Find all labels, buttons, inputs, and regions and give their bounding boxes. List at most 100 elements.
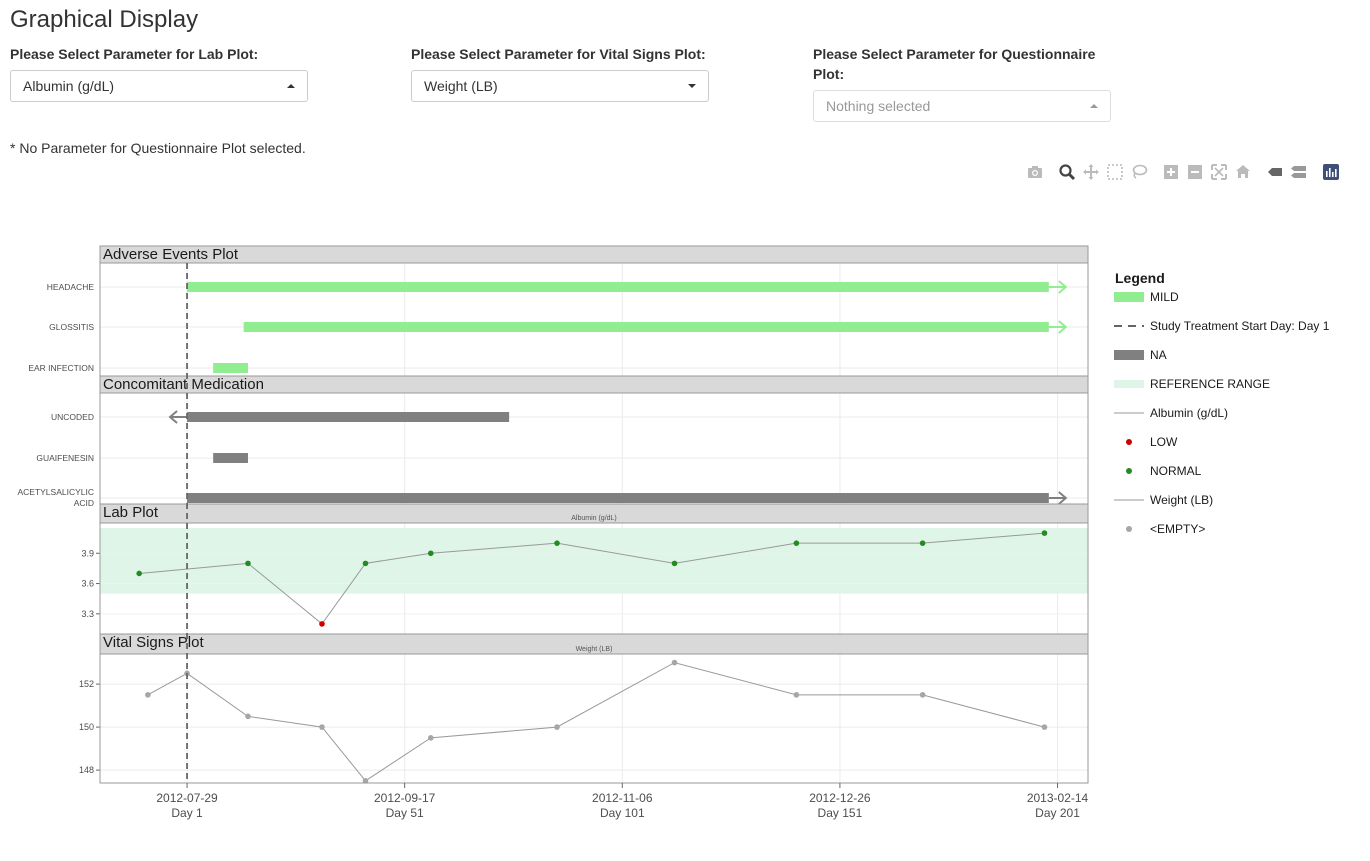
legend-label: NA: [1150, 348, 1167, 362]
legend-title: Legend: [1115, 270, 1165, 286]
questionnaire-parameter-placeholder: Nothing selected: [826, 98, 931, 114]
panel-subtitle: Weight (LB): [576, 646, 613, 653]
lab-parameter-select[interactable]: Albumin (g/dL): [10, 70, 308, 102]
x-tick-day-label: Day 101: [600, 806, 645, 820]
box-select-icon[interactable]: [1106, 163, 1124, 181]
lasso-select-icon[interactable]: [1130, 163, 1148, 181]
panel-background: [100, 523, 1088, 634]
panel-background: [100, 654, 1088, 783]
lab-parameter-field: Please Select Parameter for Lab Plot:: [10, 44, 258, 64]
data-point: [1041, 530, 1048, 536]
panel-header: [99, 375, 1089, 394]
panel-border: [99, 522, 1089, 635]
y-tick-label: ACID: [74, 498, 94, 508]
caret-down-icon: [688, 84, 696, 88]
data-point: [362, 778, 369, 784]
legend-key-dot: [1126, 468, 1132, 474]
vital-parameter-value: Weight (LB): [424, 78, 498, 94]
questionnaire-parameter-field: Please Select Parameter for Questionnair…: [813, 44, 1095, 84]
y-tick-label: 150: [79, 722, 94, 732]
x-tick-day-label: Day 1: [171, 806, 203, 820]
y-tick-label: 3.6: [81, 579, 94, 589]
ongoing-arrow-icon: [1048, 491, 1068, 505]
data-point: [793, 540, 800, 546]
y-tick-label: 152: [79, 679, 94, 689]
data-point: [427, 735, 434, 741]
legend-label: NORMAL: [1150, 464, 1202, 478]
plot-toolbar: [1026, 163, 1342, 181]
event-bar: [213, 363, 248, 373]
data-point: [671, 560, 678, 567]
prior-start-arrow-icon: [168, 410, 188, 424]
panel-header: [99, 633, 1089, 655]
caret-up-icon: [287, 84, 295, 88]
x-tick-label: 2012-07-29: [156, 791, 218, 805]
legend-key-bar: [1114, 292, 1144, 302]
legend-key-dot: [1126, 526, 1132, 532]
y-tick-label: ACETYLSALICYLIC: [17, 487, 94, 497]
legend-label: Study Treatment Start Day: Day 1: [1150, 319, 1330, 333]
data-point: [245, 560, 251, 567]
show-closest-icon[interactable]: [1266, 163, 1284, 181]
plotly-logo-icon[interactable]: [1322, 163, 1340, 181]
questionnaire-parameter-label-line1: Please Select Parameter for Questionnair…: [813, 46, 1096, 62]
questionnaire-note: * No Parameter for Questionnaire Plot se…: [10, 140, 306, 156]
y-tick-label: 3.3: [81, 609, 94, 619]
panel-title: Adverse Events Plot: [103, 246, 239, 263]
reference-range-band: [100, 528, 1088, 594]
panel-header: [99, 503, 1089, 524]
questionnaire-parameter-label-line2: Plot:: [813, 66, 845, 82]
panel-border: [99, 653, 1089, 784]
x-tick-label: 2012-12-26: [809, 791, 871, 805]
event-bar: [243, 322, 1049, 332]
panel-border: [99, 262, 1089, 377]
lab-parameter-label: Please Select Parameter for Lab Plot:: [10, 46, 259, 62]
lab-parameter-value: Albumin (g/dL): [23, 78, 115, 94]
x-tick-label: 2013-02-14: [1027, 791, 1089, 805]
panel-background: [100, 263, 1088, 376]
camera-icon[interactable]: [1026, 163, 1044, 181]
data-point: [319, 724, 325, 730]
y-tick-label: GLOSSITIS: [49, 322, 94, 332]
pan-icon[interactable]: [1082, 163, 1100, 181]
ongoing-arrow-icon: [1048, 280, 1068, 294]
legend-label: LOW: [1150, 435, 1178, 449]
panel-subtitle: Albumin (g/dL): [571, 515, 617, 522]
autoscale-icon[interactable]: [1210, 163, 1228, 181]
zoom-icon[interactable]: [1058, 163, 1076, 181]
data-point: [554, 724, 560, 730]
data-point: [1041, 724, 1048, 730]
graphical-display-chart: Adverse Events Plot Concomitant Medicatio…: [17, 245, 1330, 820]
data-point: [245, 713, 251, 720]
data-point: [319, 621, 325, 627]
compare-data-icon[interactable]: [1290, 163, 1308, 181]
panel-title: Vital Signs Plot: [103, 634, 204, 651]
zoom-out-icon[interactable]: [1186, 163, 1204, 181]
legend-label: MILD: [1150, 290, 1179, 304]
page-title: Graphical Display: [10, 6, 199, 33]
y-tick-label: EAR INFECTION: [28, 363, 94, 373]
vital-parameter-select[interactable]: Weight (LB): [411, 70, 709, 102]
legend-label: REFERENCE RANGE: [1150, 377, 1270, 391]
caret-up-icon: [1090, 104, 1098, 108]
event-bar: [187, 282, 1049, 292]
series-line: [147, 662, 1045, 782]
vital-parameter-field: Please Select Parameter for Vital Signs …: [411, 44, 706, 64]
x-tick-label: 2012-11-06: [592, 791, 653, 805]
y-tick-label: 148: [79, 765, 94, 775]
panel-header: [99, 245, 1089, 264]
reset-axes-icon[interactable]: [1234, 163, 1252, 181]
event-bar: [187, 412, 510, 422]
y-tick-label: HEADACHE: [47, 282, 95, 292]
y-tick-label: UNCODED: [51, 412, 94, 422]
vital-parameter-label: Please Select Parameter for Vital Signs …: [411, 46, 706, 62]
data-point: [919, 540, 926, 546]
zoom-in-icon[interactable]: [1162, 163, 1180, 181]
legend-key-fill: [1114, 380, 1144, 388]
panel-border: [99, 392, 1089, 505]
questionnaire-parameter-select[interactable]: Nothing selected: [813, 90, 1111, 122]
data-point: [793, 692, 800, 698]
data-point: [554, 540, 560, 546]
data-point: [919, 692, 926, 698]
y-tick-label: 3.9: [81, 548, 94, 558]
